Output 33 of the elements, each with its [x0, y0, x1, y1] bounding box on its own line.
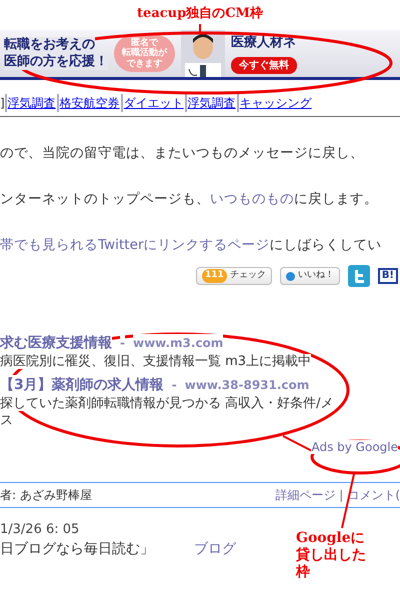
- leader-line: [199, 24, 201, 33]
- bracket-text: ]: [0, 95, 5, 112]
- bookmark-button[interactable]: B!: [378, 268, 398, 284]
- check-count: 111: [202, 269, 227, 283]
- banner-cta: 今すぐ無料: [231, 56, 297, 74]
- ad-description: 病医院別に罹災、復旧、支援情報一覧 m3上に掲載中: [0, 354, 312, 369]
- nav-link[interactable]: キャッシング: [236, 94, 313, 112]
- category-link[interactable]: ブログ: [194, 539, 236, 560]
- detail-link[interactable]: 詳細ページ: [275, 486, 336, 504]
- body-text: ンターネットのトップページも、いつものものに戻します。: [0, 190, 379, 209]
- text-link[interactable]: 帯でも見られるTwitterにリンクするページ: [0, 237, 270, 253]
- check-button[interactable]: 111 チェック: [196, 267, 272, 285]
- banner-bubble: 匿名で 転職活動が できます: [114, 34, 175, 72]
- annotation-label: Googleに貸し出した枠: [296, 530, 367, 580]
- nav-link[interactable]: 浮気調査: [184, 94, 237, 112]
- ad-description: ス: [0, 412, 13, 428]
- banner-headline: 転職をお考えの: [4, 37, 95, 54]
- author-text: 者: あざみ野棒屋: [0, 486, 92, 504]
- body-text: 帯でも見られるTwitterにリンクするページにしばらくしてい: [0, 236, 383, 255]
- annotation-label: teacup独自のCM枠: [137, 5, 263, 22]
- post-date: 1/3/26 6: 05: [0, 520, 80, 539]
- nav-link[interactable]: 浮気調査: [4, 94, 57, 112]
- bird-icon[interactable]: [348, 265, 370, 287]
- body-text: ので、当院の留守電は、またいつものメッセージに戻し、: [0, 144, 365, 163]
- ad-description: 探していた薬剤師転職情報が見つかる 高収入・好条件/メ: [0, 396, 334, 411]
- ads-by-link[interactable]: Ads by Google: [311, 440, 398, 454]
- like-button[interactable]: いいね！: [280, 267, 340, 285]
- separator-text: |: [339, 486, 344, 504]
- banner-headline: 医師の方を応援！: [4, 54, 108, 70]
- nav-link[interactable]: ダイエット: [120, 94, 185, 112]
- nav-link[interactable]: 格安航空券: [56, 94, 121, 112]
- text-link[interactable]: いつものもの: [210, 191, 294, 207]
- post-title: 日ブログなら毎日読む」: [0, 540, 154, 560]
